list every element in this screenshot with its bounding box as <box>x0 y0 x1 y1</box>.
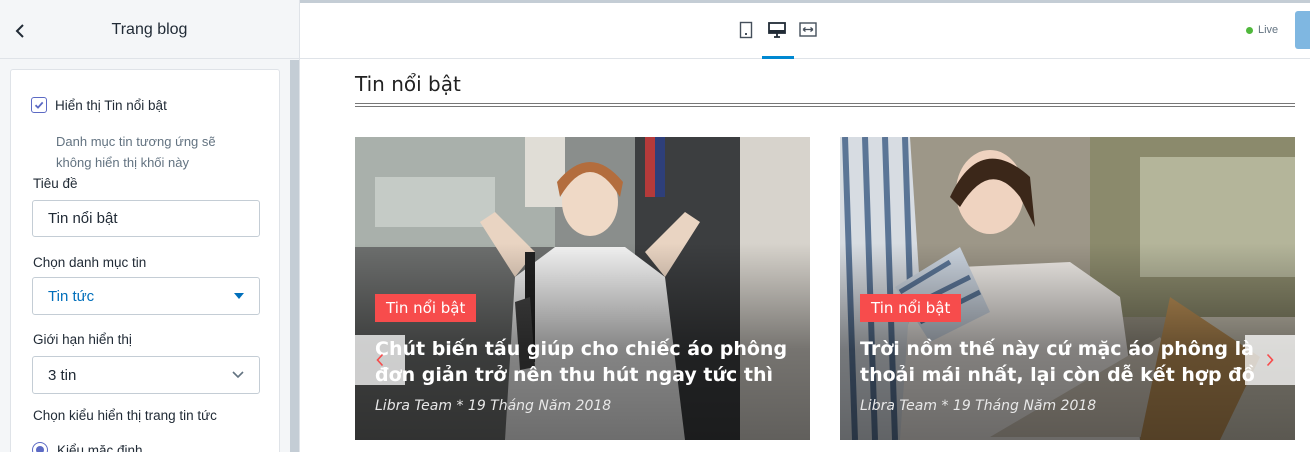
display-style-default-option[interactable]: Kiểu mặc định <box>32 442 143 452</box>
live-dot-icon <box>1246 26 1253 34</box>
mobile-icon <box>739 21 753 39</box>
limit-field-label: Giới hạn hiển thị <box>33 332 132 347</box>
show-featured-checkbox-row[interactable]: Hiển thị Tin nổi bật <box>31 97 167 113</box>
show-featured-label: Hiển thị Tin nổi bật <box>55 97 167 113</box>
chevron-left-icon <box>376 353 384 367</box>
show-featured-checkbox[interactable] <box>31 97 47 113</box>
photo-gradient-overlay <box>840 137 1295 440</box>
section-title-divider <box>355 103 1295 107</box>
post-title[interactable]: Trời nồm thế này cứ mặc áo phông là thoả… <box>860 336 1285 388</box>
caret-down-icon <box>234 293 244 299</box>
fullwidth-icon <box>799 22 817 37</box>
desktop-icon <box>768 22 786 38</box>
sidebar-scrollbar-thumb[interactable] <box>290 60 299 452</box>
category-select[interactable]: Tin tức <box>32 277 260 315</box>
category-select-value: Tin tức <box>48 287 95 305</box>
settings-card: Hiển thị Tin nổi bật Danh mục tin tương … <box>10 69 280 452</box>
sidebar-header: Trang blog <box>0 3 299 59</box>
display-style-label: Chọn kiểu hiển thị trang tin tức <box>33 408 217 423</box>
chevron-down-icon <box>232 371 244 379</box>
limit-select-value: 3 tin <box>48 366 77 384</box>
slider-next-button[interactable] <box>1245 335 1295 385</box>
post-meta: Libra Team * 19 Tháng Năm 2018 <box>375 398 612 414</box>
active-device-indicator <box>762 56 794 59</box>
post-title[interactable]: Chút biến tấu giúp cho chiếc áo phông đơ… <box>375 336 800 388</box>
mobile-view-button[interactable] <box>735 19 757 41</box>
fullwidth-view-button[interactable] <box>797 19 819 41</box>
chevron-right-icon <box>1266 353 1274 367</box>
photo-gradient-overlay <box>355 137 810 440</box>
preview-frame: Tin nổi bật Tin nổi bật Chút biến tấu gi… <box>300 60 1310 452</box>
slider-prev-button[interactable] <box>355 335 405 385</box>
post-tag[interactable]: Tin nổi bật <box>375 294 477 322</box>
featured-post-card[interactable]: Tin nổi bật Trời nồm thế này cứ mặc áo p… <box>840 137 1295 440</box>
title-field-label: Tiêu đề <box>33 176 78 191</box>
sidebar-title: Trang blog <box>111 21 188 38</box>
sidebar-scroll-area: Hiển thị Tin nổi bật Danh mục tin tương … <box>0 60 299 452</box>
preview-toolbar: Live <box>300 3 1310 59</box>
limit-select[interactable]: 3 tin <box>32 356 260 394</box>
title-input[interactable] <box>32 200 260 237</box>
default-style-label: Kiểu mặc định <box>57 442 143 452</box>
settings-sidebar: Trang blog Hiển thị Tin nổi bật Danh mục… <box>0 0 300 452</box>
desktop-view-button[interactable] <box>766 19 788 41</box>
default-style-radio[interactable] <box>32 442 48 452</box>
live-status: Live <box>1246 24 1278 36</box>
publish-button[interactable] <box>1295 11 1310 49</box>
live-label: Live <box>1258 24 1279 36</box>
checkmark-icon <box>34 101 44 109</box>
category-field-label: Chọn danh mục tin <box>33 255 147 270</box>
featured-post-card[interactable]: Tin nổi bật Chút biến tấu giúp cho chiếc… <box>355 137 810 440</box>
post-tag[interactable]: Tin nổi bật <box>860 294 962 322</box>
radio-selected-dot <box>36 446 44 452</box>
show-featured-help-text: Danh mục tin tương ứng sẽ không hiển thị… <box>56 134 216 170</box>
post-meta: Libra Team * 19 Tháng Năm 2018 <box>860 398 1097 414</box>
featured-section-title: Tin nổi bật <box>355 72 461 96</box>
